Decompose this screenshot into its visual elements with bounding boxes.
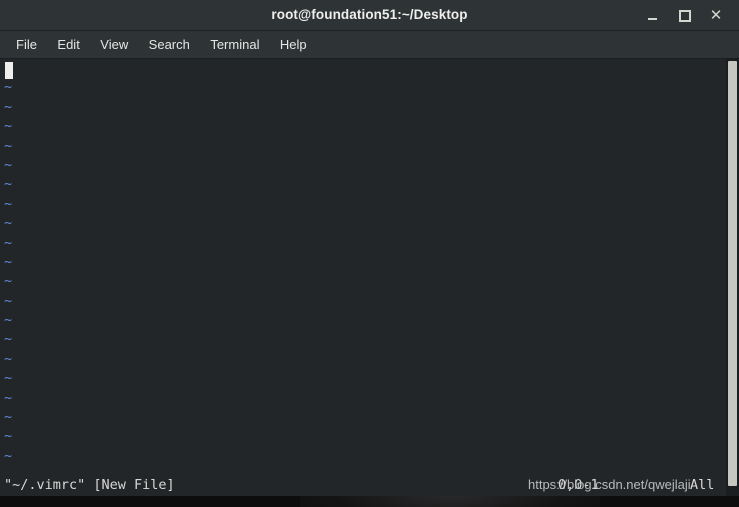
- minimize-button[interactable]: [637, 0, 667, 30]
- vim-empty-line-marker: ~: [4, 273, 13, 290]
- menu-item-file[interactable]: File: [8, 31, 45, 58]
- vim-empty-line-marker: ~: [4, 447, 13, 464]
- vim-empty-line-marker: ~: [4, 389, 13, 406]
- close-icon: ✕: [709, 6, 723, 24]
- vim-empty-line-marker: ~: [4, 312, 13, 329]
- vim-status-scroll: All: [690, 477, 715, 493]
- maximize-icon: [679, 9, 691, 22]
- vim-empty-line-marker: ~: [4, 156, 13, 173]
- scrollbar-thumb[interactable]: [728, 61, 737, 486]
- terminal-window: root@foundation51:~/Desktop ✕ File Edit …: [0, 0, 739, 496]
- menu-item-search[interactable]: Search: [141, 31, 198, 58]
- vim-empty-line-marker: ~: [4, 350, 13, 367]
- minimize-icon: [647, 17, 657, 20]
- menu-item-edit[interactable]: Edit: [49, 31, 87, 58]
- desktop-background: root@foundation51:~/Desktop ✕ File Edit …: [0, 0, 739, 507]
- close-button[interactable]: ✕: [701, 0, 731, 30]
- vim-empty-line-marker: ~: [4, 215, 13, 232]
- window-titlebar[interactable]: root@foundation51:~/Desktop ✕: [0, 0, 739, 31]
- vim-empty-line-marker: ~: [4, 292, 13, 309]
- maximize-button[interactable]: [670, 0, 700, 30]
- vertical-scrollbar[interactable]: [726, 58, 739, 496]
- vim-empty-line-marker: ~: [4, 118, 13, 135]
- vim-empty-line-marker: ~: [4, 428, 13, 445]
- vim-empty-line-marker: ~: [4, 253, 13, 270]
- vim-empty-line-marker: ~: [4, 234, 13, 251]
- vim-empty-line-marker: ~: [4, 176, 13, 193]
- vim-line-current: [4, 59, 725, 78]
- vim-empty-line-marker: ~: [4, 79, 13, 96]
- vim-status-filename: "~/.vimrc" [New File]: [4, 477, 175, 493]
- vim-status-position: 0,0-1: [558, 477, 599, 493]
- vim-empty-line-marker: ~: [4, 195, 13, 212]
- vim-buffer: ~~~~~~~~~~~~~~~~~~~~~: [0, 59, 725, 486]
- vim-empty-line-marker: ~: [4, 331, 13, 348]
- menu-item-terminal[interactable]: Terminal: [202, 31, 267, 58]
- menu-item-view[interactable]: View: [92, 31, 136, 58]
- text-cursor: [5, 62, 13, 79]
- vim-empty-line-marker: ~: [4, 137, 13, 154]
- vim-empty-line-marker: ~: [4, 98, 13, 115]
- vim-empty-line-marker: ~: [4, 409, 13, 426]
- vim-statusline: "~/.vimrc" [New File] 0,0-1 All: [0, 474, 725, 496]
- menu-item-help[interactable]: Help: [272, 31, 315, 58]
- terminal-content[interactable]: ~~~~~~~~~~~~~~~~~~~~~ "~/.vimrc" [New Fi…: [0, 59, 739, 496]
- menubar: File Edit View Search Terminal Help: [0, 31, 739, 59]
- window-title: root@foundation51:~/Desktop: [271, 7, 468, 22]
- vim-empty-line-marker: ~: [4, 370, 13, 387]
